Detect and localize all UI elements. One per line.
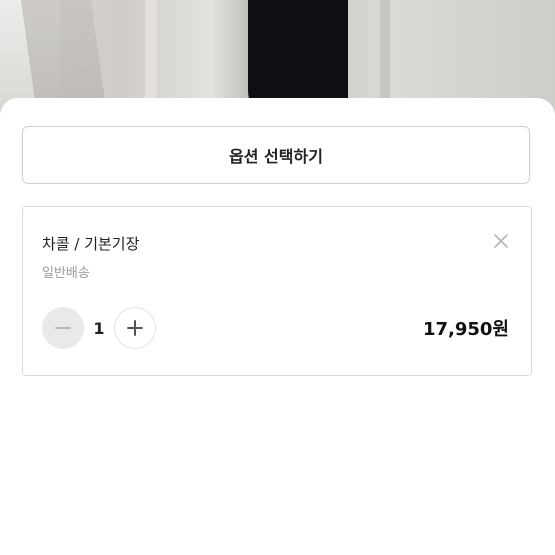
minus-icon <box>55 327 71 329</box>
product-option-screen: 옵션 선택하기 차콜 / 기본기장 일반배송 1 17,950원 <box>0 0 555 555</box>
option-price: 17,950원 <box>422 319 509 340</box>
option-bottom-sheet: 옵션 선택하기 차콜 / 기본기장 일반배송 1 17,950원 <box>0 98 555 555</box>
quantity-stepper: 1 <box>42 307 156 349</box>
remove-option-button[interactable] <box>493 233 509 249</box>
shipping-type: 일반배송 <box>42 266 90 281</box>
close-icon <box>494 234 508 248</box>
increase-quantity-button[interactable] <box>114 307 156 349</box>
decrease-quantity-button[interactable] <box>42 307 84 349</box>
quantity-value: 1 <box>93 318 105 338</box>
selected-option-card: 차콜 / 기본기장 일반배송 1 17,950원 <box>22 206 532 376</box>
plus-icon <box>127 320 143 336</box>
option-name: 차콜 / 기본기장 <box>42 235 140 253</box>
option-select-button[interactable]: 옵션 선택하기 <box>22 126 530 184</box>
